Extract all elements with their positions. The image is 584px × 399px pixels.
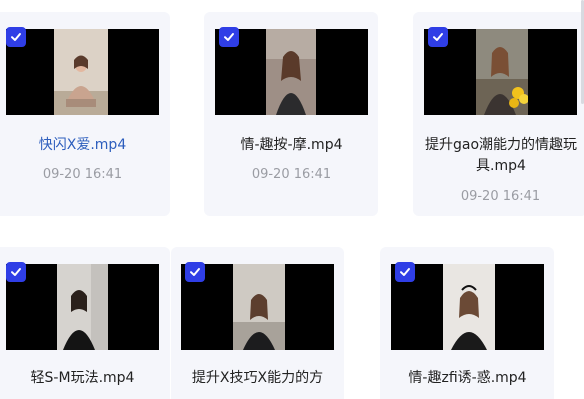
file-card[interactable]: 提升gao潮能力的情趣玩具.mp4 09-20 16:41 bbox=[413, 12, 584, 216]
selected-checkbox[interactable] bbox=[6, 27, 26, 47]
video-frame bbox=[476, 29, 528, 115]
video-thumbnail[interactable] bbox=[6, 264, 159, 350]
video-frame bbox=[443, 264, 495, 350]
file-card[interactable]: 轻S-M玩法.mp4 bbox=[0, 247, 170, 399]
file-card[interactable]: 情-趣zfi诱-惑.mp4 bbox=[380, 247, 554, 399]
check-icon bbox=[433, 33, 443, 41]
check-icon bbox=[190, 268, 200, 276]
file-name[interactable]: 提升X技巧X能力的方 bbox=[181, 368, 334, 389]
video-frame bbox=[54, 29, 108, 115]
file-name[interactable]: 轻S-M玩法.mp4 bbox=[6, 368, 159, 389]
file-time: 09-20 16:41 bbox=[460, 189, 541, 204]
file-name[interactable]: 提升gao潮能力的情趣玩具.mp4 bbox=[421, 135, 581, 177]
selected-checkbox[interactable] bbox=[395, 262, 415, 282]
check-icon bbox=[400, 268, 410, 276]
check-icon bbox=[11, 268, 21, 276]
video-thumbnail[interactable] bbox=[6, 29, 159, 115]
file-time: 09-20 16:41 bbox=[42, 167, 123, 182]
check-icon bbox=[224, 33, 234, 41]
file-name[interactable]: 快闪X爱.mp4 bbox=[6, 135, 159, 156]
video-frame bbox=[266, 29, 316, 115]
selected-checkbox[interactable] bbox=[6, 262, 26, 282]
check-icon bbox=[11, 33, 21, 41]
file-time: 09-20 16:41 bbox=[251, 167, 332, 182]
selected-checkbox[interactable] bbox=[219, 27, 239, 47]
selected-checkbox[interactable] bbox=[428, 27, 448, 47]
file-card[interactable]: 快闪X爱.mp4 09-20 16:41 bbox=[0, 12, 170, 216]
video-frame bbox=[233, 264, 285, 350]
file-grid: 快闪X爱.mp4 09-20 16:41 情-趣按-摩.mp4 09-20 16… bbox=[0, 0, 584, 399]
file-name[interactable]: 情-趣按-摩.mp4 bbox=[215, 135, 368, 156]
file-card[interactable]: 提升X技巧X能力的方 bbox=[171, 247, 344, 399]
selected-checkbox[interactable] bbox=[185, 262, 205, 282]
file-name[interactable]: 情-趣zfi诱-惑.mp4 bbox=[391, 368, 544, 389]
video-frame bbox=[57, 264, 108, 350]
file-card[interactable]: 情-趣按-摩.mp4 09-20 16:41 bbox=[204, 12, 378, 216]
